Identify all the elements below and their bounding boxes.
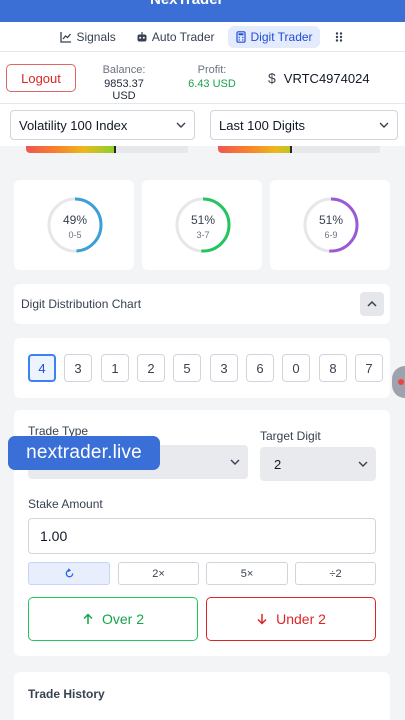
ring-percent: 51% xyxy=(318,213,344,227)
target-digit-label: Target Digit xyxy=(260,429,321,443)
selector-row: Volatility 100 Index Last 100 Digits xyxy=(0,104,405,146)
range-ring: 51% 6-9 xyxy=(302,196,360,254)
nav-tabs: Signals Auto Trader Digit Trader xyxy=(0,22,405,52)
five-times-stake-button[interactable]: 5× xyxy=(206,562,288,585)
double-stake-button[interactable]: 2× xyxy=(118,562,199,585)
distribution-chart-card: Digit Distribution Chart xyxy=(14,284,390,324)
meter-right xyxy=(218,146,380,153)
ticks-select[interactable]: Last 100 Digits xyxy=(210,110,398,140)
logout-button[interactable]: Logout xyxy=(6,64,76,92)
digit-box[interactable]: 4 xyxy=(28,354,56,382)
chevron-down-icon xyxy=(230,459,240,465)
trade-history-title: Trade History xyxy=(28,687,105,701)
tab-signals[interactable]: Signals xyxy=(53,26,122,48)
tab-signals-label: Signals xyxy=(76,29,116,44)
floating-action-button[interactable] xyxy=(392,366,405,398)
ring-range: 0-5 xyxy=(68,230,82,240)
ring-percent: 51% xyxy=(190,213,216,227)
watermark-banner: nextrader.live xyxy=(8,436,160,470)
market-select[interactable]: Volatility 100 Index xyxy=(10,110,195,140)
under-button[interactable]: Under 2 xyxy=(206,597,376,641)
dollar-icon: $ xyxy=(268,70,276,86)
app-title: NexTrader xyxy=(150,0,223,8)
arrow-up-icon xyxy=(83,613,93,624)
chevron-down-icon xyxy=(358,461,368,467)
digit-box[interactable]: 0 xyxy=(282,354,310,382)
collapse-button[interactable] xyxy=(360,292,384,316)
stake-amount-input[interactable] xyxy=(28,518,376,554)
range-ring: 49% 0-5 xyxy=(46,196,104,254)
digit-box[interactable]: 6 xyxy=(246,354,274,382)
digit-meters xyxy=(0,146,405,166)
meter-left xyxy=(26,146,188,153)
digit-box[interactable]: 8 xyxy=(319,354,347,382)
profit-stat: Profit: 6.43 USD xyxy=(180,64,244,90)
grid-dots-icon xyxy=(335,31,342,42)
robot-icon xyxy=(137,31,147,41)
digit-box[interactable]: 2 xyxy=(137,354,165,382)
market-select-value: Volatility 100 Index xyxy=(19,117,128,133)
arrow-down-icon xyxy=(257,614,267,625)
profit-value: 6.43 USD xyxy=(188,78,236,90)
ticks-select-value: Last 100 Digits xyxy=(219,117,305,133)
range-card-mid: 51% 3-7 xyxy=(142,180,262,270)
more-menu-button[interactable] xyxy=(326,27,352,47)
top-app-bar: NexTrader xyxy=(0,0,405,22)
halve-stake-button[interactable]: ÷2 xyxy=(295,562,376,585)
trade-history-card: Trade History xyxy=(14,672,390,720)
digit-box[interactable]: 3 xyxy=(64,354,92,382)
range-card-high: 51% 6-9 xyxy=(270,180,390,270)
digit-box[interactable]: 1 xyxy=(101,354,129,382)
digit-box[interactable]: 5 xyxy=(173,354,201,382)
chevron-down-icon xyxy=(176,122,186,128)
balance-stat: Balance: 9853.37 USD xyxy=(94,64,154,102)
chevron-down-icon xyxy=(379,122,389,128)
account-bar: Logout Balance: 9853.37 USD Profit: 6.43… xyxy=(0,52,405,104)
tab-auto-trader[interactable]: Auto Trader xyxy=(129,26,222,48)
under-button-label: Under 2 xyxy=(276,611,326,627)
ring-percent: 49% xyxy=(62,213,88,227)
stake-amount-label: Stake Amount xyxy=(28,497,103,511)
reset-stake-button[interactable] xyxy=(28,562,110,585)
tab-digit-trader-label: Digit Trader xyxy=(250,29,313,44)
target-digit-value: 2 xyxy=(274,456,282,472)
tab-digit-trader[interactable]: Digit Trader xyxy=(227,25,320,48)
distribution-chart-title: Digit Distribution Chart xyxy=(21,297,142,311)
over-button[interactable]: Over 2 xyxy=(28,597,198,641)
balance-label: Balance: xyxy=(102,64,146,76)
ring-range: 3-7 xyxy=(196,230,210,240)
account-info: $ VRTC4974024 xyxy=(268,70,370,86)
target-digit-select[interactable]: 2 xyxy=(260,447,376,481)
tab-auto-trader-label: Auto Trader xyxy=(151,29,215,44)
digit-box[interactable]: 3 xyxy=(210,354,238,382)
range-ring: 51% 3-7 xyxy=(174,196,232,254)
range-card-low: 49% 0-5 xyxy=(14,180,134,270)
chart-line-icon xyxy=(60,31,72,43)
ring-range: 6-9 xyxy=(324,230,338,240)
account-id: VRTC4974024 xyxy=(283,70,370,86)
balance-value: 9853.37 USD xyxy=(104,78,144,102)
refresh-icon xyxy=(65,568,73,578)
recent-digits-card: 4 3 1 2 5 3 6 0 8 7 xyxy=(14,338,390,398)
calculator-icon xyxy=(235,30,246,43)
chevron-up-icon xyxy=(367,300,377,307)
profit-label: Profit: xyxy=(197,64,227,76)
over-button-label: Over 2 xyxy=(101,611,144,627)
digit-box[interactable]: 7 xyxy=(355,354,383,382)
